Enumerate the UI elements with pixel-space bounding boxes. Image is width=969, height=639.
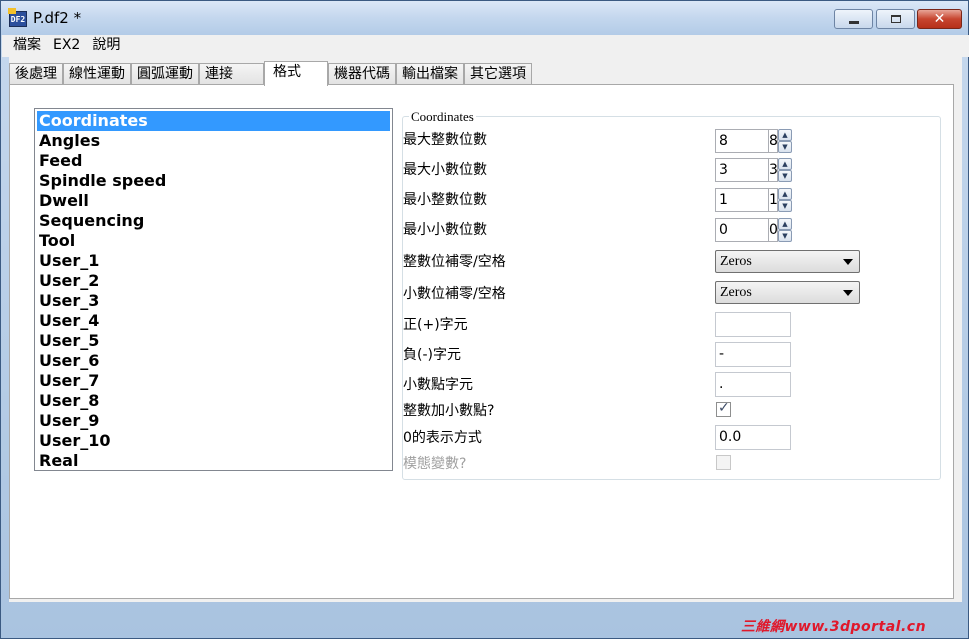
min-dec-digits-label: 最小小數位數 [403, 222, 487, 238]
spin-down-icon[interactable]: ▼ [778, 230, 792, 242]
list-item[interactable]: Tool [37, 231, 390, 251]
window-title: P.df2 * [33, 9, 82, 27]
tab-other-options[interactable]: 其它選項 [464, 63, 532, 85]
tab-linear-motion[interactable]: 線性運動 [63, 63, 131, 85]
title-bar[interactable]: DF2 P.df2 * ✕ [1, 1, 968, 35]
spin-up-icon[interactable]: ▲ [778, 218, 792, 230]
minimize-button[interactable] [834, 9, 873, 29]
tab-post-processing[interactable]: 後處理 [9, 63, 63, 85]
groupbox-title: Coordinates [409, 109, 476, 125]
list-item[interactable]: User_7 [37, 371, 390, 391]
tab-format[interactable]: 格式 [264, 61, 328, 86]
max-int-digits-input[interactable]: 8 [715, 129, 769, 153]
min-dec-digits-input[interactable]: 0 [715, 218, 769, 242]
minus-char-input[interactable]: - [715, 342, 791, 367]
modal-var-checkbox[interactable] [716, 455, 731, 470]
minus-char-label: 負(-)字元 [403, 347, 461, 363]
dec-pad-value: Zeros [720, 285, 752, 300]
list-item[interactable]: User_3 [37, 291, 390, 311]
int-add-decimal-checkbox[interactable]: ✓ [716, 400, 731, 417]
tab-arc-motion[interactable]: 圓弧運動 [131, 63, 199, 85]
zero-format-label: 0的表示方式 [403, 430, 482, 446]
max-dec-digits-spinner[interactable]: 3 3 ▲ ▼ [715, 158, 793, 182]
list-item[interactable]: User_10 [37, 431, 390, 451]
decimal-char-input[interactable]: . [715, 372, 791, 397]
list-item[interactable]: Coordinates [37, 111, 390, 131]
min-int-digits-label: 最小整數位數 [403, 192, 487, 208]
dropdown-arrow-icon [843, 290, 853, 296]
menu-help[interactable]: 說明 [86, 35, 126, 57]
list-item[interactable]: Real [37, 451, 390, 471]
format-listbox[interactable]: Coordinates Angles Feed Spindle speed Dw… [34, 108, 393, 471]
app-icon: DF2 [8, 8, 27, 27]
dec-pad-label: 小數位補零/空格 [403, 286, 506, 302]
spin-up-icon[interactable]: ▲ [778, 158, 792, 170]
tab-machine-code[interactable]: 機器代碼 [328, 63, 396, 85]
max-int-digits-label: 最大整數位數 [403, 132, 487, 148]
maximize-icon [890, 15, 901, 23]
list-item[interactable]: Sequencing [37, 211, 390, 231]
spin-down-icon[interactable]: ▼ [778, 170, 792, 182]
plus-char-input[interactable] [715, 312, 791, 337]
list-item[interactable]: User_2 [37, 271, 390, 291]
modal-var-label: 模態變數? [403, 456, 467, 472]
checkmark-icon: ✓ [718, 400, 730, 416]
tab-connection[interactable]: 連接 [199, 63, 264, 85]
spin-down-icon[interactable]: ▼ [778, 200, 792, 212]
max-int-digits-spinner[interactable]: 8 8 ▲ ▼ [715, 129, 793, 153]
list-item[interactable]: User_5 [37, 331, 390, 351]
max-dec-digits-input[interactable]: 3 [715, 158, 769, 182]
int-add-decimal-label: 整數加小數點? [403, 403, 495, 419]
menu-file[interactable]: 檔案 [2, 35, 47, 57]
close-button[interactable]: ✕ [917, 9, 962, 29]
tab-strip: 後處理 線性運動 圓弧運動 連接 格式 機器代碼 輸出檔案 其它選項 [9, 61, 532, 86]
minimize-icon [848, 20, 859, 24]
dropdown-arrow-icon [843, 259, 853, 265]
list-item[interactable]: User_1 [37, 251, 390, 271]
max-dec-digits-clipped: 3 [769, 158, 778, 182]
main-window: DF2 P.df2 * ✕ 檔案 EX2 說明 後處理 線性運動 圓弧運動 連接… [0, 0, 969, 639]
menu-ex2[interactable]: EX2 [47, 35, 86, 57]
list-item[interactable]: User_8 [37, 391, 390, 411]
spin-down-icon[interactable]: ▼ [778, 141, 792, 153]
tab-output-file[interactable]: 輸出檔案 [396, 63, 464, 85]
int-pad-label: 整數位補零/空格 [403, 254, 506, 270]
min-dec-digits-spinner[interactable]: 0 0 ▲ ▼ [715, 218, 793, 242]
list-item[interactable]: Dwell [37, 191, 390, 211]
list-item[interactable]: Feed [37, 151, 390, 171]
watermark: 三維網www.3dportal.cn [741, 619, 927, 635]
dec-pad-dropdown[interactable]: Zeros [715, 281, 860, 304]
spin-up-icon[interactable]: ▲ [778, 188, 792, 200]
int-pad-dropdown[interactable]: Zeros [715, 250, 860, 273]
spin-up-icon[interactable]: ▲ [778, 129, 792, 141]
list-item[interactable]: User_9 [37, 411, 390, 431]
max-int-digits-clipped: 8 [769, 129, 778, 153]
maximize-button[interactable] [876, 9, 915, 29]
list-item[interactable]: User_6 [37, 351, 390, 371]
list-item[interactable]: User_4 [37, 311, 390, 331]
plus-char-label: 正(+)字元 [403, 317, 468, 333]
zero-format-input[interactable]: 0.0 [715, 425, 791, 450]
menu-bar: 檔案 EX2 說明 [2, 35, 969, 57]
max-dec-digits-label: 最大小數位數 [403, 162, 487, 178]
min-int-digits-spinner[interactable]: 1 1 ▲ ▼ [715, 188, 793, 212]
decimal-char-label: 小數點字元 [403, 377, 473, 393]
int-pad-value: Zeros [720, 254, 752, 269]
list-item[interactable]: Angles [37, 131, 390, 151]
min-int-digits-input[interactable]: 1 [715, 188, 769, 212]
close-icon: ✕ [933, 11, 946, 27]
min-int-digits-clipped: 1 [769, 188, 778, 212]
list-item[interactable]: Spindle speed [37, 171, 390, 191]
min-dec-digits-clipped: 0 [769, 218, 778, 242]
